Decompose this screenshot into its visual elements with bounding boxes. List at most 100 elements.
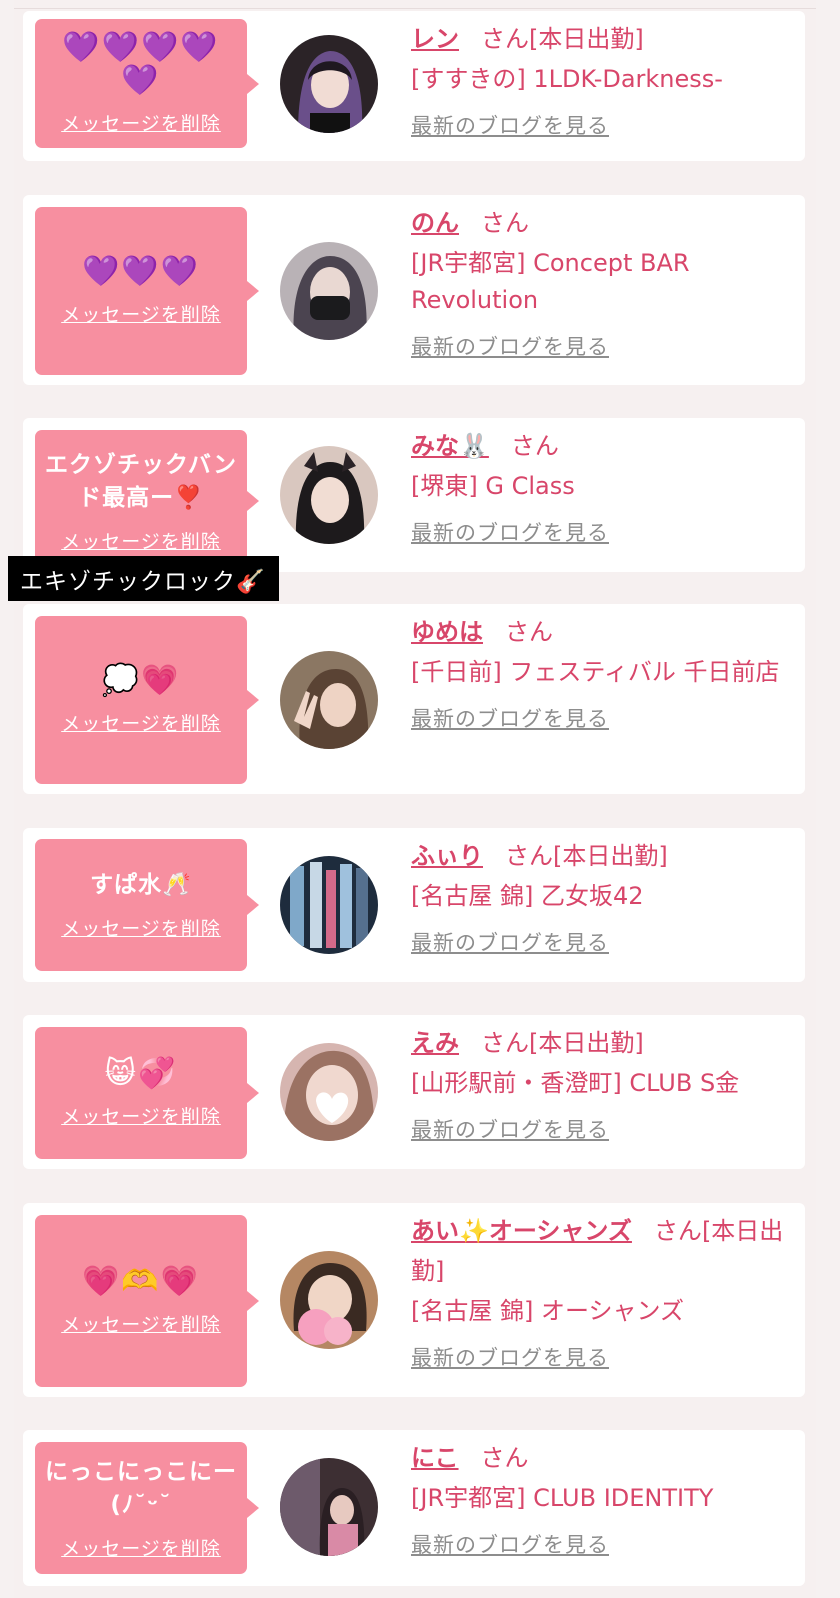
avatar-photo — [280, 446, 378, 544]
message-bubble: にっこにっこにー (ﾉ˘ᵕ˘ メッセージを削除 — [35, 1442, 259, 1574]
list-item: すぱ水🥂 メッセージを削除 ふぃり さん[本日出勤] [名古屋 錦] 乙女坂42 … — [23, 828, 805, 982]
shop-name: [千日前] フェスティバル 千日前店 — [411, 658, 780, 686]
name-line: みな🐰 さん — [411, 426, 791, 466]
message-text: 💗🫶💗 — [81, 1264, 201, 1299]
avatar-photo — [280, 1043, 378, 1141]
avatar[interactable] — [280, 242, 378, 340]
avatar-photo — [280, 35, 378, 133]
honorific: さん — [480, 1444, 529, 1472]
avatar[interactable] — [280, 446, 378, 544]
shop-name: [JR宇都宮] Concept BAR Revolution — [411, 249, 690, 314]
message-text: 💭💗 — [101, 663, 181, 698]
delete-message-link[interactable]: メッセージを削除 — [61, 1310, 221, 1337]
name-line: あい✨オーシャンズ さん[本日出勤] — [411, 1211, 791, 1291]
message-text: 💜💜💜💜💜 — [62, 30, 220, 98]
avatar-photo — [280, 1251, 378, 1349]
entry-info: みな🐰 さん [堺東] G Class 最新のブログを見る — [411, 426, 791, 547]
delete-message-link[interactable]: メッセージを削除 — [61, 709, 221, 736]
latest-blog-link[interactable]: 最新のブログを見る — [411, 1114, 609, 1144]
cast-name-link[interactable]: にこ — [411, 1444, 459, 1472]
entry-info: ふぃり さん[本日出勤] [名古屋 錦] 乙女坂42 最新のブログを見る — [411, 836, 791, 957]
honorific: さん — [510, 432, 559, 460]
latest-blog-link[interactable]: 最新のブログを見る — [411, 1529, 609, 1559]
list-item: にっこにっこにー (ﾉ˘ᵕ˘ メッセージを削除 にこ さん [JR宇都宮] CLU… — [23, 1430, 805, 1586]
cast-name-link[interactable]: のん — [411, 209, 459, 237]
shop-name: [名古屋 錦] オーシャンズ — [411, 1297, 685, 1325]
name-line: ゆめは さん — [411, 612, 791, 652]
cast-name-link[interactable]: えみ — [411, 1029, 459, 1057]
avatar[interactable] — [280, 1251, 378, 1349]
entry-info: レン さん[本日出勤] [すすきの] 1LDK-Darkness- 最新のブログを… — [411, 19, 791, 140]
latest-blog-link[interactable]: 最新のブログを見る — [411, 110, 609, 140]
list-item: 💗🫶💗 メッセージを削除 あい✨オーシャンズ さん[本日出勤] [名古屋 錦] オ… — [23, 1203, 805, 1397]
shop-name: [堺東] G Class — [411, 472, 575, 500]
avatar[interactable] — [280, 1458, 378, 1556]
name-line: えみ さん[本日出勤] — [411, 1023, 791, 1063]
avatar-photo — [280, 1458, 378, 1556]
name-line: にこ さん — [411, 1438, 791, 1478]
delete-message-link[interactable]: メッセージを削除 — [61, 300, 221, 327]
shop-name: [名古屋 錦] 乙女坂42 — [411, 882, 644, 910]
list-item: 💜💜💜 メッセージを削除 のん さん [JR宇都宮] Concept BAR Re… — [23, 195, 805, 385]
delete-message-link[interactable]: メッセージを削除 — [61, 527, 221, 554]
entry-info: にこ さん [JR宇都宮] CLUB IDENTITY 最新のブログを見る — [411, 1438, 791, 1559]
delete-message-link[interactable]: メッセージを削除 — [61, 109, 221, 136]
avatar-photo — [280, 651, 378, 749]
honorific: さん — [653, 1217, 702, 1245]
list-item: 💭💗 メッセージを削除 ゆめは さん [千日前] フェスティバル 千日前店 最新の… — [23, 604, 805, 794]
message-bubble: 💜💜💜💜💜 メッセージを削除 — [35, 19, 259, 148]
message-bubble: エクゾチックバンド最高ー❣️ メッセージを削除 — [35, 430, 259, 572]
cast-name-link[interactable]: みな🐰 — [411, 432, 489, 460]
latest-blog-link[interactable]: 最新のブログを見る — [411, 927, 609, 957]
list-item: エクゾチックバンド最高ー❣️ メッセージを削除 みな🐰 さん [堺東] G Cla… — [23, 418, 805, 572]
latest-blog-link[interactable]: 最新のブログを見る — [411, 703, 609, 733]
honorific: さん — [481, 25, 529, 53]
message-bubble: 😸💞 メッセージを削除 — [35, 1027, 259, 1159]
shop-name: [すすきの] 1LDK-Darkness- — [411, 65, 723, 93]
entry-info: ゆめは さん [千日前] フェスティバル 千日前店 最新のブログを見る — [411, 612, 791, 733]
avatar[interactable] — [280, 1043, 378, 1141]
list-item: 💜💜💜💜💜 メッセージを削除 レン さん[本日出勤] [すすきの] 1LDK-Da… — [23, 11, 805, 161]
honorific: さん — [505, 842, 553, 870]
avatar[interactable] — [280, 856, 378, 954]
cast-name-link[interactable]: あい✨オーシャンズ — [411, 1217, 632, 1245]
message-bubble: 💗🫶💗 メッセージを削除 — [35, 1215, 259, 1387]
entry-info: のん さん [JR宇都宮] Concept BAR Revolution 最新のブ… — [411, 203, 791, 361]
avatar[interactable] — [280, 651, 378, 749]
message-text: 💜💜💜 — [81, 254, 201, 289]
avatar-photo — [280, 856, 378, 954]
attendance-status: [本日出勤] — [529, 1029, 644, 1057]
attendance-status: [本日出勤] — [553, 842, 668, 870]
name-line: ふぃり さん[本日出勤] — [411, 836, 791, 876]
cast-name-link[interactable]: ゆめは — [411, 618, 483, 646]
message-text: 😸💞 — [104, 1056, 178, 1091]
name-line: レン さん[本日出勤] — [411, 19, 791, 59]
message-bubble: すぱ水🥂 メッセージを削除 — [35, 839, 259, 971]
message-bubble: 💭💗 メッセージを削除 — [35, 616, 259, 784]
honorific: さん — [481, 1029, 529, 1057]
cast-name-link[interactable]: レン — [411, 25, 459, 53]
message-bubble: 💜💜💜 メッセージを削除 — [35, 207, 259, 375]
entry-info: えみ さん[本日出勤] [山形駅前・香澄町] CLUB S金 最新のブログを見る — [411, 1023, 791, 1144]
delete-message-link[interactable]: メッセージを削除 — [61, 1102, 221, 1129]
latest-blog-link[interactable]: 最新のブログを見る — [411, 331, 609, 361]
entry-info: あい✨オーシャンズ さん[本日出勤] [名古屋 錦] オーシャンズ 最新のブログを… — [411, 1211, 791, 1372]
honorific: さん — [505, 618, 553, 646]
latest-blog-link[interactable]: 最新のブログを見る — [411, 517, 609, 547]
tooltip: エキゾチックロック🎸 — [8, 556, 279, 601]
attendance-status: [本日出勤] — [529, 25, 644, 53]
message-list-page: 💜💜💜💜💜 メッセージを削除 レン さん[本日出勤] [すすきの] 1LDK-Da… — [8, 0, 816, 1598]
message-text: すぱ水🥂 — [90, 872, 192, 898]
message-text: にっこにっこにー (ﾉ˘ᵕ˘ — [45, 1458, 237, 1518]
avatar-photo — [280, 242, 378, 340]
shop-name: [山形駅前・香澄町] CLUB S金 — [411, 1069, 740, 1097]
latest-blog-link[interactable]: 最新のブログを見る — [411, 1342, 609, 1372]
name-line: のん さん — [411, 203, 791, 243]
avatar[interactable] — [280, 35, 378, 133]
list-item: 😸💞 メッセージを削除 えみ さん[本日出勤] [山形駅前・香澄町] CLUB S… — [23, 1015, 805, 1169]
shop-name: [JR宇都宮] CLUB IDENTITY — [411, 1484, 714, 1512]
delete-message-link[interactable]: メッセージを削除 — [61, 914, 221, 941]
cast-name-link[interactable]: ふぃり — [411, 842, 483, 870]
delete-message-link[interactable]: メッセージを削除 — [61, 1534, 221, 1561]
divider — [14, 8, 816, 9]
